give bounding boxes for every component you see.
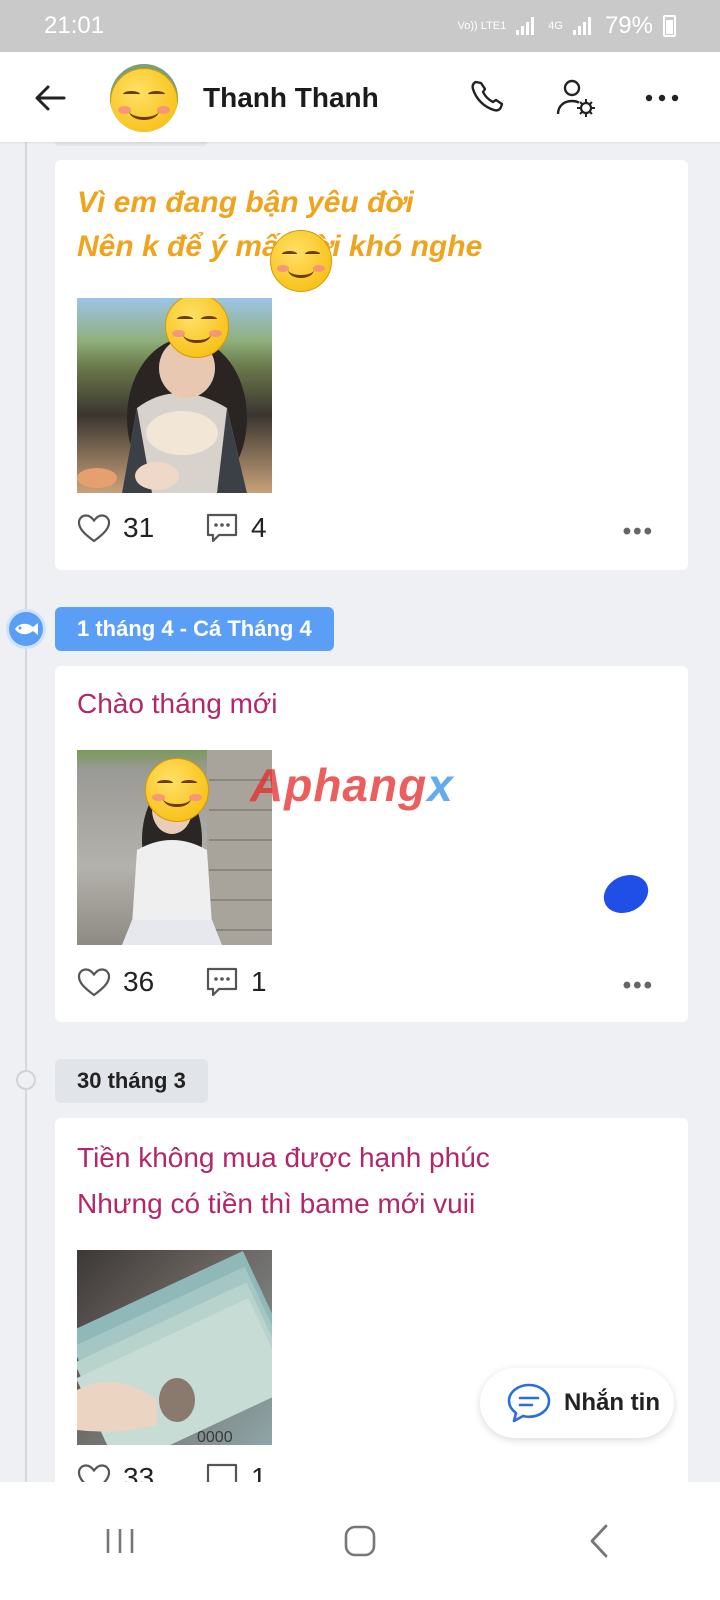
user-settings-icon[interactable]: [554, 76, 598, 120]
watermark: Aphangx: [250, 759, 454, 811]
timeline-node: [16, 1070, 36, 1090]
post-text-line: Tiền không mua được hạnh phúc: [77, 1142, 490, 1173]
system-back-icon[interactable]: [580, 1521, 620, 1561]
battery-percent: 79%: [604, 12, 653, 39]
post-text-line: Nhưng có tiền thì bame mới vuii: [77, 1188, 476, 1219]
fish-day-icon: [6, 609, 46, 649]
emoji-sticker-icon: [145, 758, 209, 822]
recent-apps-icon[interactable]: [100, 1524, 140, 1558]
profile-name[interactable]: Thanh Thanh: [203, 82, 379, 114]
emoji-sticker-icon: [110, 68, 178, 132]
previous-chip-edge: [55, 142, 207, 146]
like-stat[interactable]: 36: [77, 966, 154, 998]
post-more-icon[interactable]: •••: [623, 972, 654, 1000]
emoji-sticker-icon: [270, 230, 332, 292]
blue-scribble: [597, 867, 655, 921]
post-card[interactable]: Chào tháng mới 36 1 •••: [55, 666, 688, 1022]
heart-icon: [77, 514, 111, 543]
like-count: 36: [123, 966, 155, 997]
signal-icon-2: [572, 17, 595, 35]
comment-icon: [206, 967, 238, 997]
system-nav-bar: [0, 1482, 720, 1600]
back-arrow-icon[interactable]: [30, 78, 70, 118]
post-text-line: Chào tháng mới: [77, 688, 278, 719]
timeline-line: [25, 142, 27, 1482]
date-chip: 30 tháng 3: [55, 1059, 208, 1103]
like-stat[interactable]: 31: [77, 512, 154, 544]
home-icon[interactable]: [340, 1521, 380, 1561]
post-more-icon[interactable]: •••: [623, 518, 654, 546]
chat-bubble-icon: [507, 1383, 551, 1423]
svg-text:0000: 0000: [197, 1429, 233, 1445]
message-button[interactable]: Nhắn tin: [480, 1368, 674, 1438]
post-photo[interactable]: 0000: [77, 1250, 272, 1445]
post-text-line: Vì em đang bận yêu đời: [77, 186, 414, 219]
phone-call-icon[interactable]: [466, 76, 510, 120]
post-photo[interactable]: [77, 298, 272, 493]
battery-icon: [663, 15, 676, 37]
avatar[interactable]: [110, 64, 178, 132]
comment-count: 4: [251, 512, 267, 543]
comment-stat[interactable]: 4: [205, 512, 267, 544]
post-card[interactable]: Vì em đang bận yêu đời Nên k để ý mấy lờ…: [55, 160, 688, 570]
post-photo[interactable]: [77, 750, 272, 945]
comment-icon: [206, 513, 238, 543]
status-time: 21:01: [44, 12, 105, 39]
comment-stat[interactable]: 1: [205, 966, 267, 998]
signal-icon: [516, 17, 538, 35]
more-options-icon[interactable]: [640, 76, 684, 120]
network-type: 4G: [548, 19, 563, 32]
heart-icon: [77, 968, 111, 997]
comment-count: 1: [251, 966, 267, 997]
profile-header: Thanh Thanh: [0, 52, 720, 142]
date-chip: 1 tháng 4 - Cá Tháng 4: [55, 607, 334, 651]
like-count: 31: [123, 512, 155, 543]
money-photo: 0000: [77, 1251, 272, 1445]
volte-indicator: Vo)) LTE1: [457, 19, 507, 32]
message-button-label: Nhắn tin: [564, 1389, 660, 1416]
status-bar: 21:01 Vo)) LTE1 4G 79%: [0, 0, 720, 52]
